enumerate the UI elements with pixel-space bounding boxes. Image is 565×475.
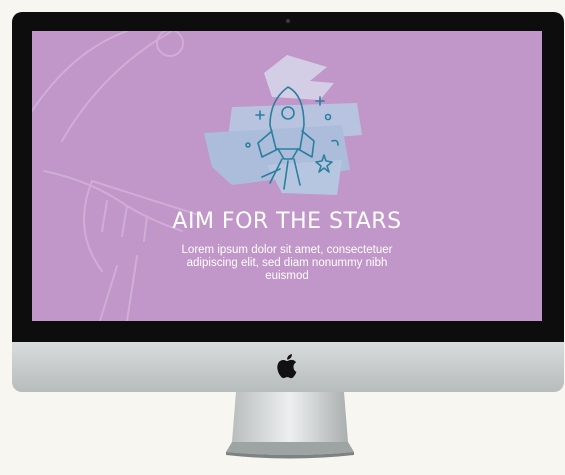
hero-body-text: Lorem ipsum dolor sit amet, consectetuer…	[181, 244, 393, 282]
camera-icon	[286, 19, 290, 23]
rocket-icon	[204, 55, 362, 195]
monitor-stand	[226, 392, 354, 459]
apple-logo-icon	[277, 354, 297, 379]
page: AIM FOR THE STARS Lorem ipsum dolor sit …	[0, 0, 565, 475]
hero-title: AIM FOR THE STARS	[172, 209, 402, 234]
monitor-screen: AIM FOR THE STARS Lorem ipsum dolor sit …	[32, 31, 542, 321]
